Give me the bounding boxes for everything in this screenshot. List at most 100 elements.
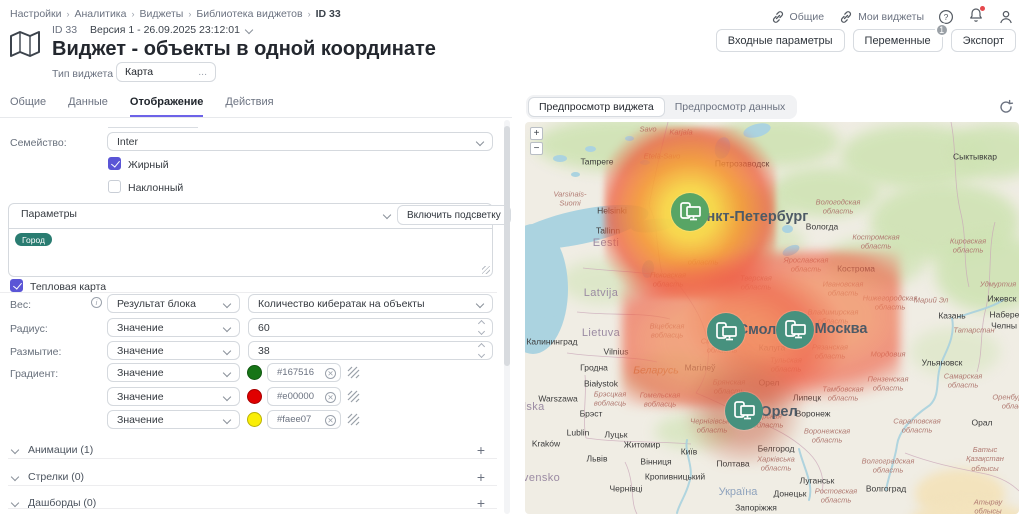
variables-badge: 1 (934, 23, 949, 37)
widget-type-input[interactable]: Карта ... (116, 62, 216, 82)
blur-mode-select[interactable]: Значение (107, 341, 240, 360)
map-label: Самарская область (943, 371, 983, 390)
map-marker[interactable] (725, 392, 763, 430)
common-link[interactable]: Общие (770, 9, 824, 25)
map-label: Latvija (583, 287, 619, 300)
clear-icon[interactable]: ✕ (325, 391, 336, 403)
radius-input[interactable]: 60 (248, 318, 493, 337)
map-label: Беларусь (633, 364, 679, 377)
variables-button[interactable]: Переменные 1 (852, 23, 949, 52)
bold-checkbox[interactable] (108, 157, 121, 170)
devices-icon (785, 320, 806, 339)
italic-checkbox[interactable] (108, 180, 121, 193)
map-label: Вологодская область (815, 197, 861, 216)
enable-highlight-button[interactable]: Включить подсветку (397, 205, 511, 225)
tab-general[interactable]: Общие (10, 96, 46, 117)
map-label: Eesti (592, 237, 620, 250)
color-hex-input[interactable]: #167516 ✕ (267, 363, 341, 382)
gradient-mode-select[interactable]: Значение (107, 387, 240, 406)
tab-preview-data[interactable]: Предпросмотр данных (665, 97, 796, 117)
section-dashboards[interactable]: Дашборды (0) + (0, 495, 497, 514)
heatmap-checkbox[interactable] (10, 279, 23, 292)
weight-value: Количество кибератак на объекты (258, 297, 425, 310)
color-swatch[interactable] (247, 365, 262, 380)
resize-handle[interactable] (482, 266, 490, 274)
weight-value-select[interactable]: Количество кибератак на объекты (248, 294, 493, 313)
map-label: Кострома (837, 263, 875, 274)
number-stepper[interactable] (477, 319, 486, 336)
scrollbar[interactable] (504, 120, 510, 514)
parameter-tag[interactable]: Город (15, 233, 52, 246)
add-icon[interactable]: + (477, 469, 485, 485)
gradient-mode-select[interactable]: Значение (107, 363, 240, 382)
divider (8, 458, 497, 459)
breadcrumb-item[interactable]: Настройки (10, 8, 62, 20)
refresh-icon[interactable] (998, 99, 1014, 115)
tab-preview-widget[interactable]: Предпросмотр виджета (528, 97, 665, 117)
main-tabs: Общие Данные Отображение Действия (0, 96, 512, 118)
my-widgets-link[interactable]: Мои виджеты (838, 9, 924, 25)
info-icon[interactable]: i (91, 297, 102, 308)
family-select[interactable]: Inter (107, 132, 493, 151)
parameters-select[interactable]: Параметры (21, 208, 77, 220)
tab-data[interactable]: Данные (68, 96, 108, 117)
breadcrumb-item[interactable]: Библиотека виджетов (196, 8, 302, 20)
random-color-icon[interactable] (347, 413, 360, 426)
map-label: Брэсцкая вобласць (593, 389, 627, 408)
random-color-icon[interactable] (347, 390, 360, 403)
map-marker[interactable] (671, 193, 709, 231)
radius-mode-select[interactable]: Значение (107, 318, 240, 337)
scrollbar-thumb[interactable] (504, 126, 510, 366)
clear-icon[interactable]: ✕ (325, 414, 336, 426)
section-arrows[interactable]: Стрелки (0) + (0, 469, 497, 489)
version-selector[interactable]: Версия 1 - 26.09.2025 23:12:01 (90, 24, 254, 36)
italic-label: Наклонный (128, 182, 184, 194)
color-hex-input[interactable]: #e00000 ✕ (267, 387, 341, 406)
breadcrumb-item[interactable]: Аналитика (75, 8, 127, 20)
color-hex-input[interactable]: #faee07 ✕ (267, 410, 341, 429)
header-links: Общие Мои виджеты ? (770, 6, 1014, 26)
blur-input[interactable]: 38 (248, 341, 493, 360)
tab-display[interactable]: Отображение (129, 96, 204, 117)
map-label: Белгород (757, 443, 795, 454)
section-animations[interactable]: Анимации (1) + (0, 442, 497, 462)
color-swatch[interactable] (247, 389, 262, 404)
chevron-down-icon (222, 392, 232, 402)
export-button[interactable]: Экспорт (950, 29, 1016, 52)
map-marker[interactable] (707, 313, 745, 351)
notifications-button[interactable] (968, 6, 985, 26)
chevron-down-icon (222, 346, 232, 356)
number-stepper[interactable] (477, 342, 486, 359)
map-label: Кропивницький (644, 471, 706, 482)
map-label: Магілеў (684, 362, 716, 373)
zoom-out-button[interactable]: − (530, 142, 543, 155)
zoom-in-button[interactable]: + (530, 127, 543, 140)
color-swatch[interactable] (247, 412, 262, 427)
divider (8, 485, 497, 486)
map-canvas[interactable]: + − Санкт-Петербург Смоленск Москва Орел Tam… (525, 122, 1019, 514)
clear-icon[interactable]: ✕ (325, 367, 336, 379)
version-label: Версия 1 - 26.09.2025 23:12:01 (90, 24, 240, 36)
weight-source-value: Результат блока (117, 297, 196, 310)
ellipsis-icon[interactable]: ... (198, 66, 207, 78)
tab-actions[interactable]: Действия (225, 96, 273, 117)
input-params-button[interactable]: Входные параметры (715, 29, 845, 52)
random-color-icon[interactable] (347, 366, 360, 379)
map-label: Вінниця (640, 456, 672, 467)
map-label: Ярославская область (783, 255, 829, 274)
gradient-mode-select[interactable]: Значение (107, 410, 240, 429)
widget-id: ID 33 (52, 24, 78, 36)
divider (9, 228, 492, 229)
map-label: Białystok (583, 378, 619, 389)
user-icon[interactable] (998, 9, 1014, 25)
map-label: Тверская область (740, 273, 772, 292)
chevron-down-icon (10, 498, 20, 508)
weight-source-select[interactable]: Результат блока (107, 294, 240, 313)
blur-label: Размытие: (10, 346, 62, 358)
display-settings-form: Семейство: Inter Жирный Наклонный Параме… (0, 118, 512, 514)
map-label: Ижевск (987, 293, 1017, 304)
map-marker[interactable] (776, 311, 814, 349)
add-icon[interactable]: + (477, 442, 485, 458)
breadcrumb-item[interactable]: Виджеты (139, 8, 183, 20)
map-label: Атырау облысы (973, 497, 1003, 514)
